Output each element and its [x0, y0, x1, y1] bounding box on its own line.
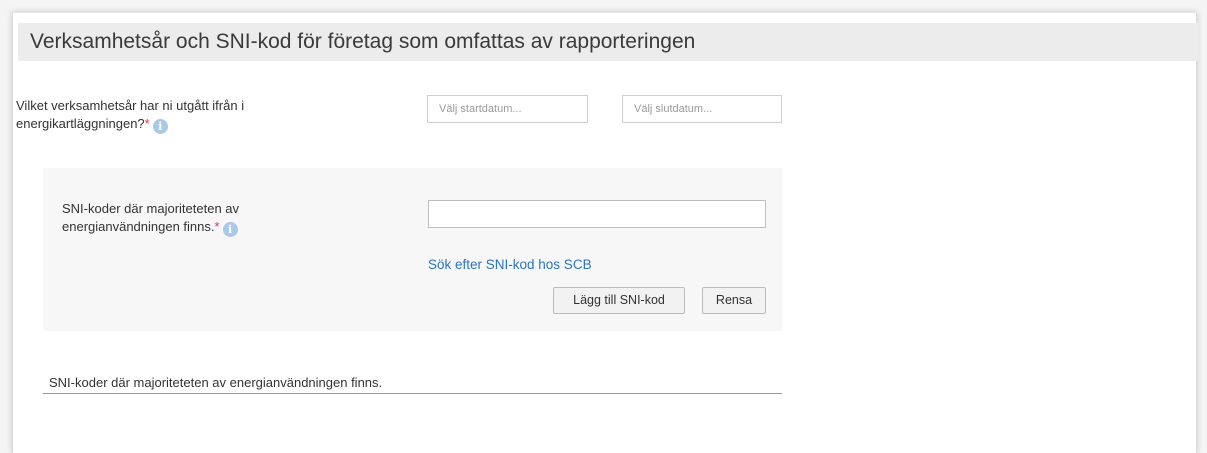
- required-marker: *: [214, 219, 220, 234]
- section-header: Verksamhetsår och SNI-kod för företag so…: [18, 23, 1199, 61]
- start-date-input[interactable]: Välj startdatum...: [427, 95, 588, 123]
- fiscal-year-label-text: energikartläggningen?: [16, 116, 145, 131]
- end-date-placeholder: Välj slutdatum...: [634, 103, 713, 115]
- clear-button[interactable]: Rensa: [702, 287, 766, 314]
- required-marker: *: [144, 116, 150, 131]
- fiscal-year-label: Vilket verksamhetsår har ni utgått ifrån…: [16, 97, 244, 134]
- start-date-placeholder: Välj startdatum...: [439, 103, 522, 115]
- sni-code-input[interactable]: [428, 200, 766, 228]
- fiscal-year-label-line2: energikartläggningen?* i: [16, 115, 244, 134]
- search-sni-link[interactable]: Sök efter SNI-kod hos SCB: [428, 257, 592, 272]
- sni-label-text: energianvändningen finns.: [62, 219, 215, 234]
- sni-label-line2: energianvändningen finns.* i: [62, 218, 239, 237]
- end-date-input[interactable]: Välj slutdatum...: [622, 95, 782, 123]
- fiscal-year-label-line1: Vilket verksamhetsår har ni utgått ifrån…: [16, 98, 245, 113]
- sni-list-divider: [43, 393, 782, 394]
- sni-label-line1: SNI-koder där majoriteteten av: [62, 201, 240, 216]
- sni-list-header: SNI-koder där majoriteteten av energianv…: [49, 375, 383, 390]
- sni-label: SNI-koder där majoriteteten av energianv…: [62, 200, 239, 237]
- section-title: Verksamhetsår och SNI-kod för företag so…: [30, 30, 696, 53]
- add-sni-code-button[interactable]: Lägg till SNI-kod: [553, 287, 685, 314]
- info-icon[interactable]: i: [152, 119, 168, 134]
- info-icon[interactable]: i: [222, 222, 238, 237]
